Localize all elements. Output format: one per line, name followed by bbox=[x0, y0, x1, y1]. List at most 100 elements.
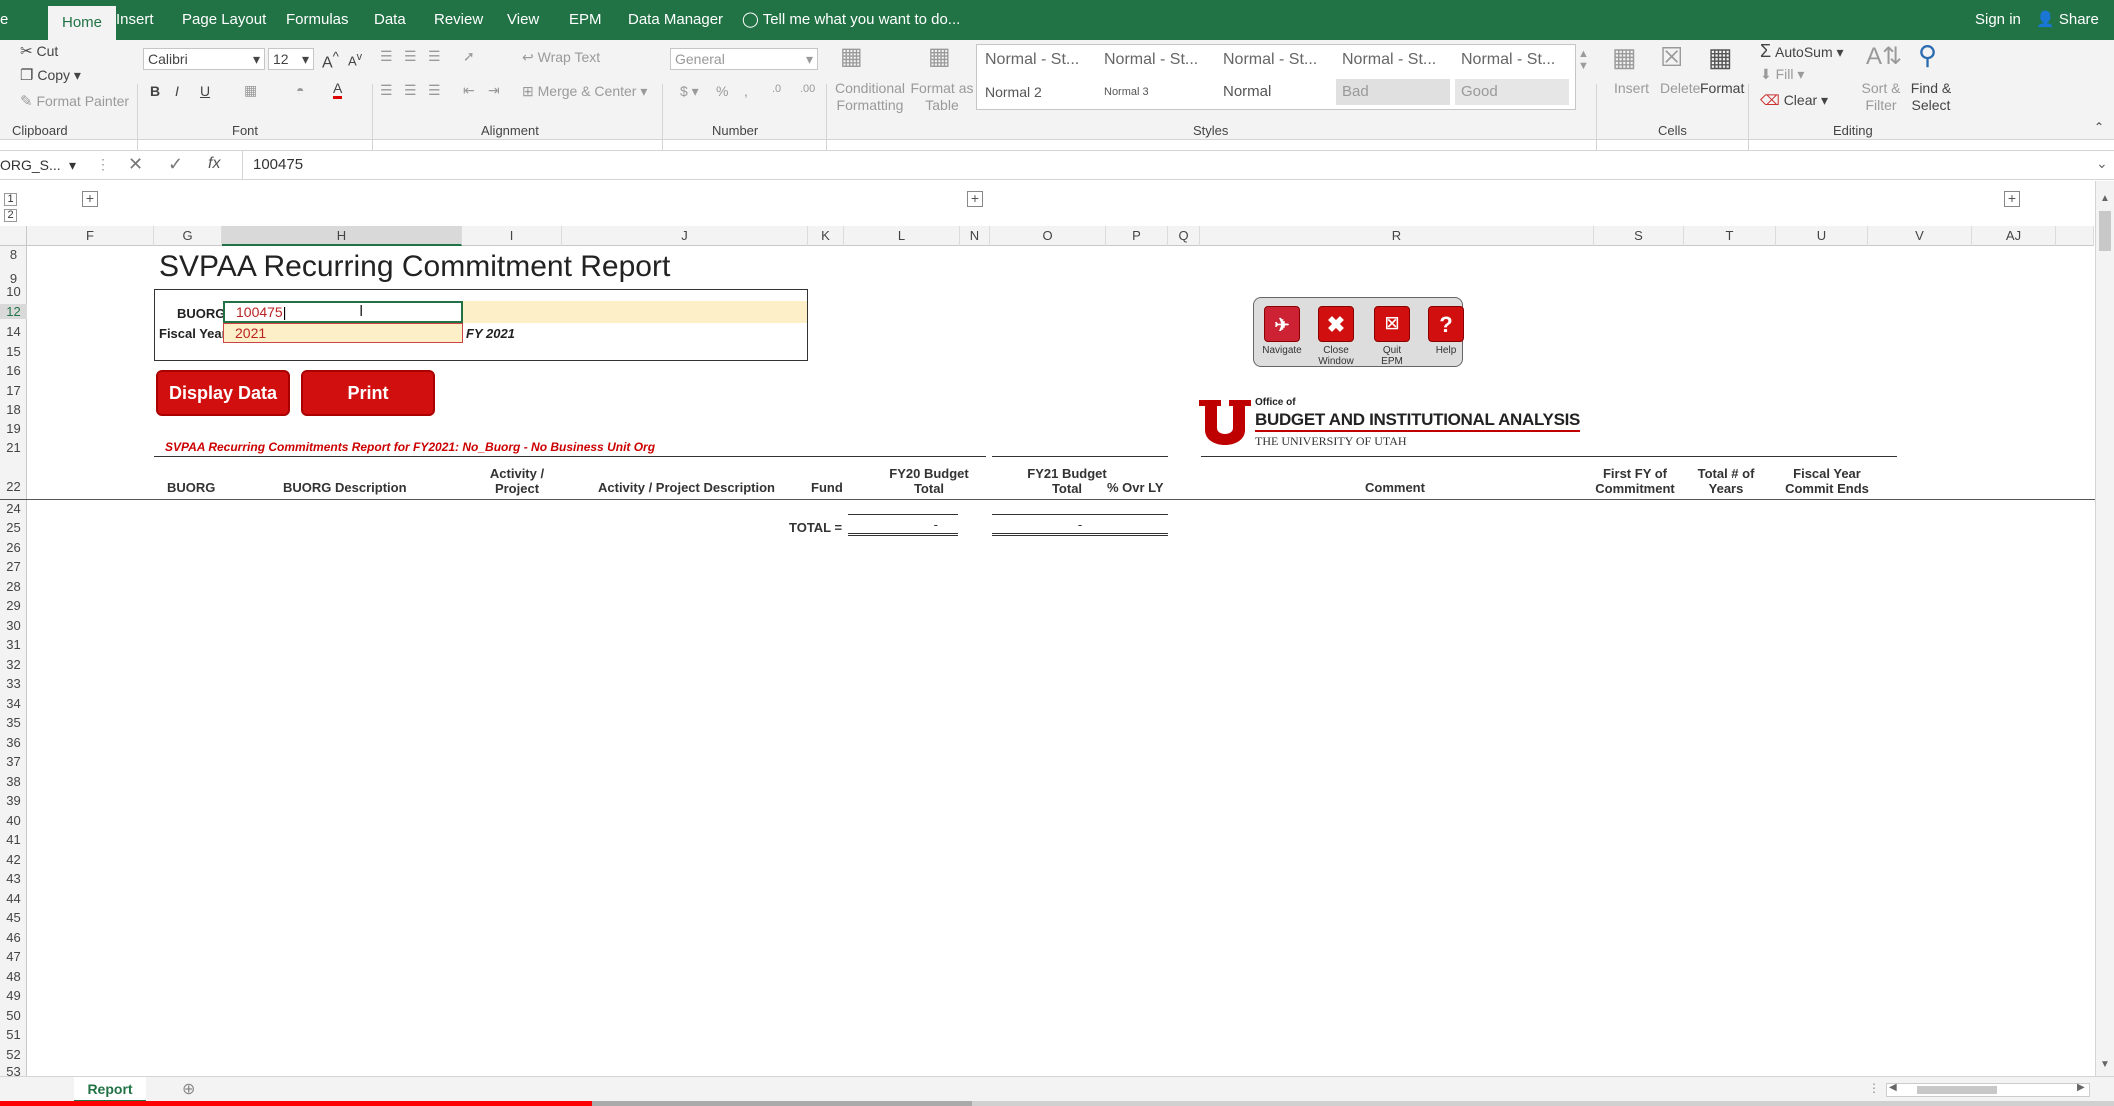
insert-function-icon[interactable]: fx bbox=[208, 155, 220, 173]
bold-button[interactable]: B bbox=[150, 83, 160, 99]
row-header[interactable]: 27 bbox=[0, 559, 27, 574]
row-header[interactable]: 42 bbox=[0, 852, 27, 867]
style-normal-st-3[interactable]: Normal - St... bbox=[1217, 47, 1333, 73]
share-button[interactable]: 👤 Share bbox=[2036, 0, 2099, 40]
decrease-decimal-icon[interactable]: .00 bbox=[800, 83, 815, 95]
row-header[interactable]: 31 bbox=[0, 637, 27, 652]
row-header[interactable]: 32 bbox=[0, 657, 27, 672]
row-header[interactable]: 17 bbox=[0, 383, 27, 398]
column-header-t[interactable]: T bbox=[1684, 226, 1776, 246]
row-header[interactable]: 43 bbox=[0, 871, 27, 886]
fill-button[interactable]: ⬇ Fill ▾ bbox=[1760, 66, 1804, 83]
fill-color-button[interactable]: ◓ bbox=[296, 82, 304, 98]
align-bottom-icon[interactable]: ☰ bbox=[428, 48, 441, 65]
column-header-i[interactable]: I bbox=[462, 226, 562, 246]
orientation-icon[interactable]: ➚ bbox=[463, 48, 475, 65]
increase-font-button[interactable]: A^ bbox=[322, 49, 339, 72]
print-button[interactable]: Print bbox=[301, 370, 435, 416]
expand-group-icon[interactable]: + bbox=[2004, 191, 2020, 207]
row-header[interactable]: 52 bbox=[0, 1047, 27, 1062]
row-header[interactable]: 50 bbox=[0, 1008, 27, 1023]
worksheet-grid[interactable]: SVPAA Recurring Commitment Report BUORG … bbox=[0, 246, 2095, 1076]
format-as-table-button[interactable]: Format as Table bbox=[910, 80, 974, 114]
horizontal-scroll-thumb[interactable] bbox=[1917, 1086, 1997, 1094]
column-header-g[interactable]: G bbox=[154, 226, 222, 246]
format-cells-button[interactable]: Format bbox=[1700, 80, 1744, 96]
sign-in-link[interactable]: Sign in bbox=[1975, 0, 2021, 40]
vertical-scrollbar[interactable]: ▲ ▼ bbox=[2095, 181, 2114, 1076]
row-header[interactable]: 40 bbox=[0, 813, 27, 828]
tab-page-layout[interactable]: Page Layout bbox=[182, 0, 266, 40]
find-select-button[interactable]: Find & Select bbox=[1904, 80, 1958, 114]
select-all-corner[interactable] bbox=[0, 226, 27, 246]
expand-formula-bar-icon[interactable]: ⌄ bbox=[2096, 155, 2108, 172]
outline-level-1-button[interactable]: 1 bbox=[4, 193, 17, 206]
tab-review[interactable]: Review bbox=[434, 0, 483, 40]
column-header-q[interactable]: Q bbox=[1168, 226, 1200, 246]
merge-center-button[interactable]: ⊞ Merge & Center ▾ bbox=[522, 83, 647, 100]
collapse-ribbon-icon[interactable]: ⌃ bbox=[2094, 120, 2104, 134]
increase-decimal-icon[interactable]: .0 bbox=[772, 83, 781, 95]
currency-icon[interactable]: $ ▾ bbox=[680, 83, 699, 100]
row-header[interactable]: 21 bbox=[0, 440, 27, 455]
align-left-icon[interactable]: ☰ bbox=[380, 82, 393, 99]
scroll-right-icon[interactable]: ▶ bbox=[2077, 1082, 2085, 1093]
font-color-button[interactable]: A bbox=[333, 80, 343, 99]
column-header-u[interactable]: U bbox=[1776, 226, 1868, 246]
close-window-button[interactable]: ✖ Close Window bbox=[1316, 306, 1356, 367]
conditional-formatting-button[interactable]: Conditional Formatting bbox=[830, 80, 910, 114]
row-header[interactable]: 14 bbox=[0, 324, 27, 339]
column-header-h[interactable]: H bbox=[222, 226, 462, 246]
row-header[interactable]: 36 bbox=[0, 735, 27, 750]
style-bad[interactable]: Bad bbox=[1336, 79, 1450, 105]
row-header[interactable]: 39 bbox=[0, 793, 27, 808]
insert-cells-button[interactable]: Insert bbox=[1614, 80, 1649, 96]
tab-formulas[interactable]: Formulas bbox=[286, 0, 349, 40]
tab-view[interactable]: View bbox=[507, 0, 539, 40]
tab-data[interactable]: Data bbox=[374, 0, 406, 40]
cut-button[interactable]: ✂ Cut bbox=[20, 42, 58, 60]
row-header[interactable]: 30 bbox=[0, 618, 27, 633]
delete-cells-button[interactable]: Delete bbox=[1660, 80, 1700, 96]
row-header[interactable]: 47 bbox=[0, 949, 27, 964]
name-box[interactable]: ORG_S... ▾ bbox=[0, 154, 80, 176]
row-header[interactable]: 24 bbox=[0, 501, 27, 516]
horizontal-scrollbar[interactable]: ◀ ▶ bbox=[1886, 1082, 2090, 1097]
underline-button[interactable]: U bbox=[200, 83, 210, 99]
tab-epm[interactable]: EPM bbox=[569, 0, 602, 40]
quit-epm-button[interactable]: ☒ Quit EPM bbox=[1372, 306, 1412, 367]
sort-filter-button[interactable]: Sort & Filter bbox=[1858, 80, 1904, 114]
column-header-k[interactable]: K bbox=[808, 226, 844, 246]
confirm-entry-icon[interactable]: ✓ bbox=[168, 154, 183, 175]
align-top-icon[interactable]: ☰ bbox=[380, 48, 393, 65]
tab-insert[interactable]: Insert bbox=[116, 0, 154, 40]
row-header[interactable]: 33 bbox=[0, 676, 27, 691]
row-header-selected[interactable]: 12 bbox=[0, 304, 27, 319]
column-header-p[interactable]: P bbox=[1106, 226, 1168, 246]
expand-group-icon[interactable]: + bbox=[82, 191, 98, 207]
column-header-n[interactable]: N bbox=[960, 226, 990, 246]
tab-split-icon[interactable]: ⋮ bbox=[1868, 1081, 1880, 1095]
fiscal-year-input[interactable]: 2021 bbox=[223, 323, 463, 343]
wrap-text-button[interactable]: ↩ Wrap Text bbox=[522, 49, 600, 66]
row-header[interactable]: 49 bbox=[0, 988, 27, 1003]
column-header-v[interactable]: V bbox=[1868, 226, 1972, 246]
row-header[interactable]: 37 bbox=[0, 754, 27, 769]
row-header[interactable]: 51 bbox=[0, 1027, 27, 1042]
font-name-dropdown[interactable]: Calibri ▾ bbox=[143, 48, 265, 70]
copy-button[interactable]: ❐ Copy ▾ bbox=[20, 66, 81, 84]
row-header[interactable]: 35 bbox=[0, 715, 27, 730]
tab-data-manager[interactable]: Data Manager bbox=[628, 0, 723, 40]
align-right-icon[interactable]: ☰ bbox=[428, 82, 441, 99]
align-center-icon[interactable]: ☰ bbox=[404, 82, 417, 99]
increase-indent-icon[interactable]: ⇥ bbox=[488, 82, 500, 99]
row-header[interactable]: 25 bbox=[0, 520, 27, 535]
expand-group-icon[interactable]: + bbox=[967, 191, 983, 207]
column-header-r[interactable]: R bbox=[1200, 226, 1594, 246]
style-good[interactable]: Good bbox=[1455, 79, 1569, 105]
scroll-down-icon[interactable]: ▼ bbox=[2100, 1059, 2110, 1070]
sheet-tab-report[interactable]: Report bbox=[74, 1077, 146, 1103]
column-header-o[interactable]: O bbox=[990, 226, 1106, 246]
style-normal-st-5[interactable]: Normal - St... bbox=[1455, 47, 1571, 73]
clear-button[interactable]: ⌫ Clear ▾ bbox=[1760, 92, 1828, 109]
